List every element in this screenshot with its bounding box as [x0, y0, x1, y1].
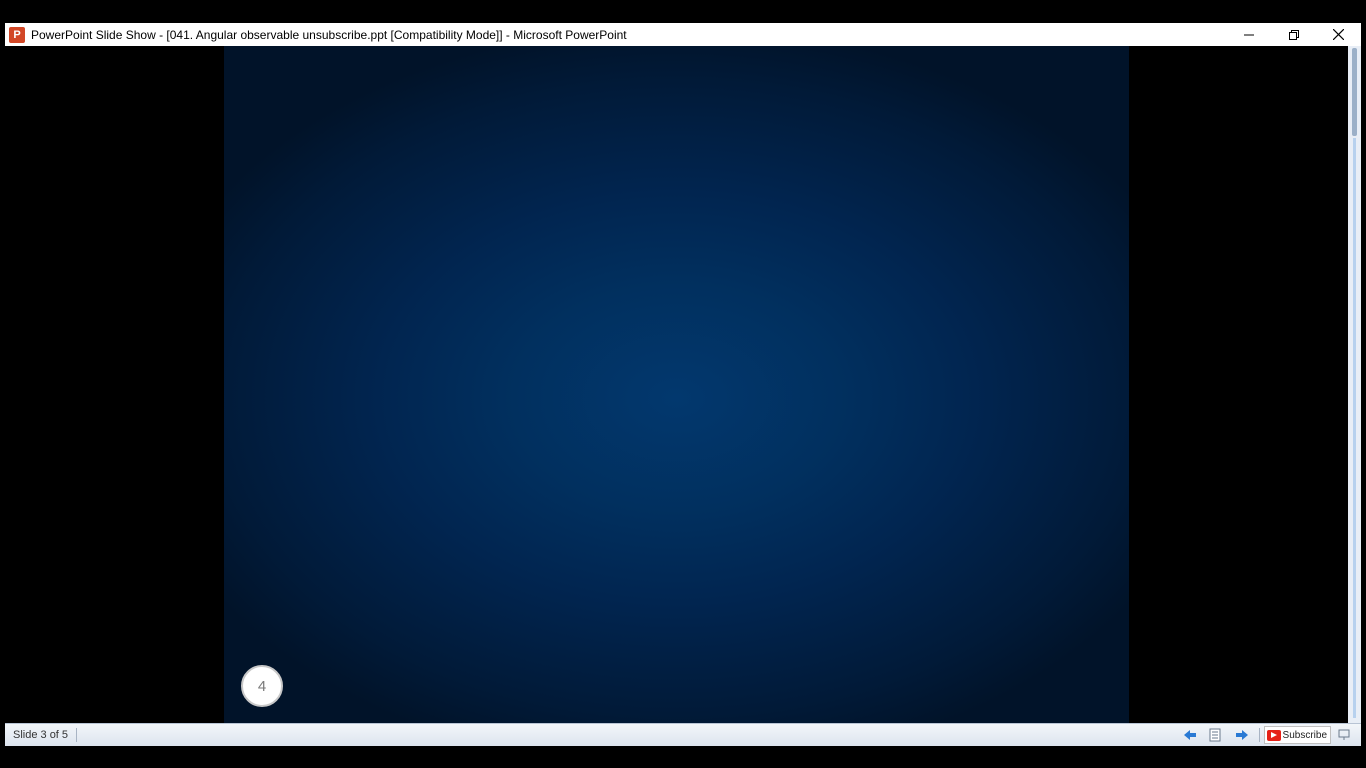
view-menu-button[interactable]: [1331, 725, 1357, 745]
slide-show-area[interactable]: 4: [5, 46, 1348, 723]
close-icon: [1333, 29, 1344, 40]
minimize-button[interactable]: [1226, 23, 1271, 46]
slide-menu-icon: [1209, 728, 1221, 742]
restore-button[interactable]: [1271, 23, 1316, 46]
window-title: PowerPoint Slide Show - [041. Angular ob…: [31, 27, 627, 42]
status-bar-controls: Subscribe: [1177, 724, 1357, 746]
next-slide-icon: [1235, 730, 1248, 740]
title-bar[interactable]: P PowerPoint Slide Show - [041. Angular …: [5, 23, 1361, 46]
previous-slide-button[interactable]: [1177, 725, 1203, 745]
restore-icon: [1288, 29, 1299, 40]
status-bar: Slide 3 of 5 Subscribe: [5, 723, 1361, 746]
subscribe-icon: [1266, 729, 1281, 741]
scrollbar-track[interactable]: [1353, 138, 1356, 718]
slide-indicator: Slide 3 of 5: [5, 728, 78, 742]
current-slide[interactable]: 4: [224, 46, 1129, 723]
subscribe-button[interactable]: Subscribe: [1263, 726, 1331, 744]
slide-menu-button[interactable]: [1203, 725, 1229, 745]
status-divider: [1258, 728, 1260, 742]
powerpoint-window: P PowerPoint Slide Show - [041. Angular …: [5, 23, 1361, 746]
subscribe-label: Subscribe: [1282, 729, 1327, 741]
powerpoint-app-icon[interactable]: P: [9, 26, 25, 43]
minimize-icon: [1243, 34, 1254, 35]
next-slide-button[interactable]: [1229, 725, 1255, 745]
close-button[interactable]: [1316, 23, 1361, 46]
slide-number-badge: 4: [241, 665, 283, 707]
previous-slide-icon: [1183, 730, 1196, 740]
vertical-scrollbar[interactable]: [1348, 46, 1361, 723]
window-controls: [1226, 23, 1361, 46]
scrollbar-thumb[interactable]: [1352, 48, 1357, 136]
view-menu-icon: [1338, 729, 1350, 740]
